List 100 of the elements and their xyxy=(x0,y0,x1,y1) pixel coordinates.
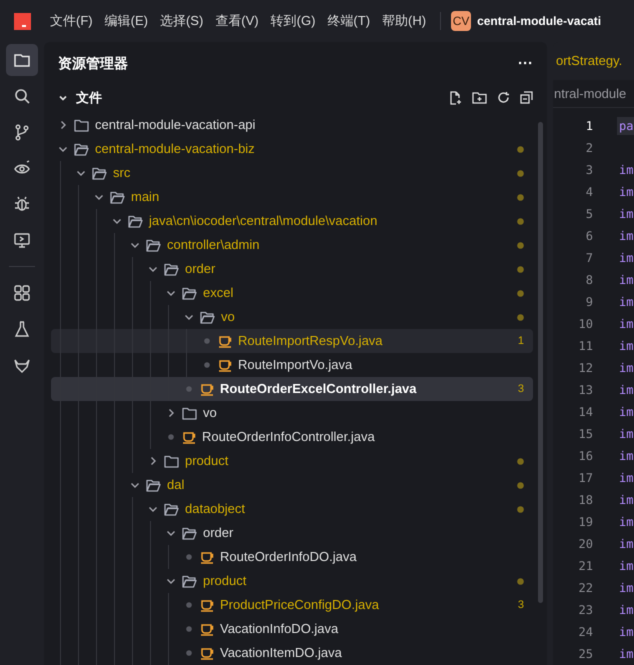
coffee-cup-icon xyxy=(200,622,214,636)
code-text: im xyxy=(618,316,634,333)
tree-item[interactable]: vo xyxy=(51,401,533,425)
line-number: 12 xyxy=(578,360,593,377)
open-folder-icon xyxy=(182,526,197,540)
bullet-icon xyxy=(204,362,210,368)
code-text: im xyxy=(618,294,634,311)
tree-item[interactable]: java\cn\iocoder\central\module\vacation xyxy=(51,209,533,233)
new-folder-icon[interactable] xyxy=(472,91,487,104)
breadcrumb[interactable]: ntral-module xyxy=(553,80,634,108)
line-number: 11 xyxy=(578,338,593,355)
open-folder-icon xyxy=(200,310,215,324)
problem-count: 3 xyxy=(518,598,524,613)
tree-item[interactable]: vo xyxy=(51,305,533,329)
tree-item[interactable]: main xyxy=(51,185,533,209)
folder-name: dataobject xyxy=(185,500,245,518)
tree-item[interactable]: order xyxy=(51,521,533,545)
project-badge: CV xyxy=(451,11,472,31)
code-text: im xyxy=(618,580,634,597)
tree-item[interactable]: ProductPriceConfigDO.java 3 xyxy=(51,593,533,617)
code-text: im xyxy=(618,382,634,399)
coffee-cup-icon xyxy=(200,550,214,564)
line-number: 18 xyxy=(578,492,593,509)
code-text: im xyxy=(618,162,634,179)
activity-button[interactable] xyxy=(6,44,38,76)
bullet-icon xyxy=(186,554,192,560)
menu-item[interactable]: 终端(T) xyxy=(323,9,374,33)
menu-item[interactable]: 转到(G) xyxy=(266,9,320,33)
tree-item[interactable]: RouteOrderInfoDO.java xyxy=(51,545,533,569)
folder-name: product xyxy=(203,572,246,590)
modified-dot-icon xyxy=(517,290,524,296)
folder-name: main xyxy=(131,188,160,206)
menu-item[interactable]: 文件(F) xyxy=(46,9,97,33)
line-number: 5 xyxy=(584,206,593,223)
line-number: 25 xyxy=(578,646,593,663)
problem-count: 1 xyxy=(518,334,524,349)
folder-name: dal xyxy=(167,476,184,494)
code-text: im xyxy=(618,426,634,443)
code-text: im xyxy=(618,624,634,641)
tree-item[interactable]: VacationItemDO.java xyxy=(51,641,533,665)
coffee-cup-icon xyxy=(182,430,196,444)
search-icon xyxy=(13,87,31,105)
tree-item[interactable]: dal xyxy=(51,473,533,497)
line-number: 4 xyxy=(584,184,593,201)
tree-item[interactable]: VacationInfoDO.java xyxy=(51,617,533,641)
line-number: 1 xyxy=(584,118,593,135)
menu-item[interactable]: 编辑(E) xyxy=(100,9,152,33)
bullet-icon xyxy=(186,386,192,392)
tree-item[interactable]: RouteOrderInfoController.java xyxy=(51,425,533,449)
modified-dot-icon xyxy=(517,218,524,224)
new-file-icon[interactable] xyxy=(448,90,462,105)
folder-name: central-module-vacation-biz xyxy=(95,140,255,158)
code-text: im xyxy=(618,536,634,553)
code-text: im xyxy=(618,404,634,421)
code-text: im xyxy=(618,272,634,289)
menu-item[interactable]: 帮助(H) xyxy=(378,9,430,33)
line-number: 23 xyxy=(578,602,593,619)
tree-item[interactable]: product xyxy=(51,449,533,473)
tree-item[interactable]: order xyxy=(51,257,533,281)
tree-item[interactable]: controller\admin xyxy=(51,233,533,257)
tree-item[interactable]: RouteImportRespVo.java 1 xyxy=(51,329,533,353)
refresh-icon[interactable] xyxy=(497,91,510,104)
tree-item[interactable]: RouteOrderExcelController.java 3 xyxy=(51,377,533,401)
modified-dot-icon xyxy=(517,314,524,320)
modified-dot-icon xyxy=(517,458,524,464)
bullet-icon xyxy=(204,338,210,344)
more-actions-button[interactable]: ··· xyxy=(518,56,533,71)
bullet-icon xyxy=(168,434,174,440)
collapse-all-icon[interactable] xyxy=(520,91,533,104)
source-control-icon xyxy=(13,123,31,141)
line-number: 8 xyxy=(584,272,593,289)
tree-item[interactable]: central-module-vacation-biz xyxy=(51,137,533,161)
file-name: RouteOrderExcelController.java xyxy=(220,380,417,398)
open-folder-icon xyxy=(92,166,107,180)
editor-tab[interactable]: ortStrategy. xyxy=(553,42,634,80)
code-text: im xyxy=(618,492,634,509)
tree-item[interactable]: excel xyxy=(51,281,533,305)
menu-item[interactable]: 选择(S) xyxy=(156,9,208,33)
modified-dot-icon xyxy=(517,170,524,176)
app-logo-icon xyxy=(14,12,30,30)
file-name: VacationInfoDO.java xyxy=(220,620,338,638)
section-title[interactable]: 文件 xyxy=(76,88,102,108)
tree-item[interactable]: central-module-vacation-api xyxy=(51,113,533,137)
open-folder-icon xyxy=(146,478,161,492)
modified-dot-icon xyxy=(517,578,524,584)
menu-item[interactable]: 查看(V) xyxy=(211,9,263,33)
folder-icon xyxy=(182,406,197,420)
folder-name: java\cn\iocoder\central\module\vacation xyxy=(149,212,378,230)
folder-name: order xyxy=(203,524,234,542)
code-text: im xyxy=(618,360,634,377)
modified-dot-icon xyxy=(517,242,524,248)
code-text: im xyxy=(618,338,634,355)
scrollbar[interactable] xyxy=(538,122,543,603)
tree-item[interactable]: RouteImportVo.java xyxy=(51,353,533,377)
tree-item[interactable]: product xyxy=(51,569,533,593)
tree-item[interactable]: dataobject xyxy=(51,497,533,521)
folder-icon xyxy=(164,454,179,468)
coffee-cup-icon xyxy=(200,598,214,612)
line-number: 10 xyxy=(578,316,593,333)
tree-item[interactable]: src xyxy=(51,161,533,185)
